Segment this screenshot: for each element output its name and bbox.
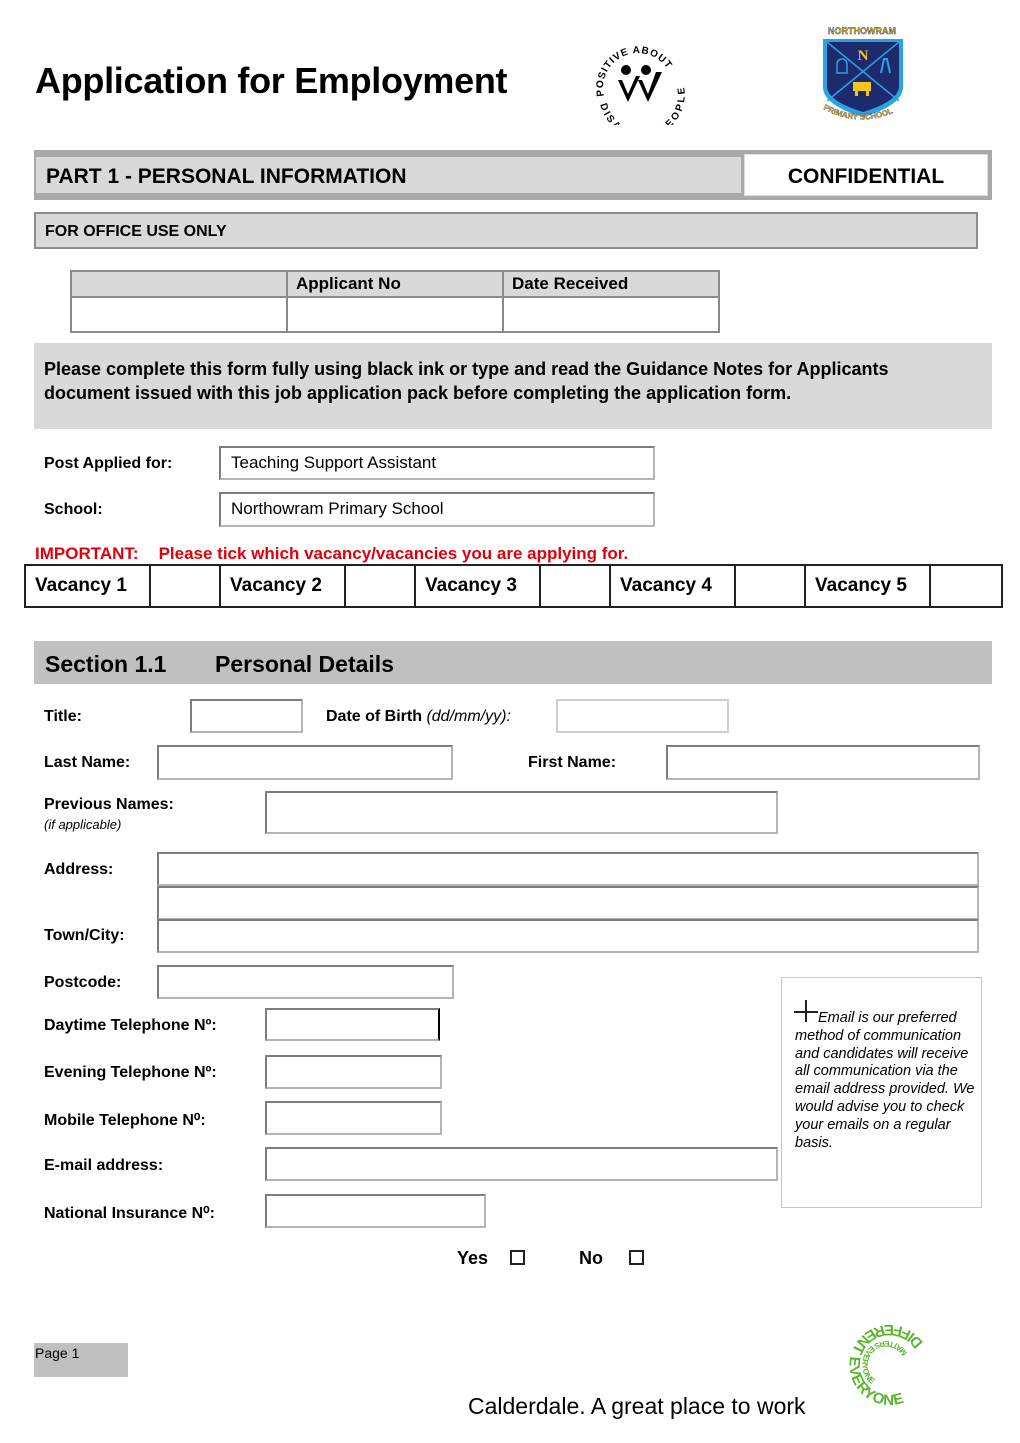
town-label: Town/City: (44, 927, 125, 944)
positive-about-disabled-people-logo: POSITIVE ABOUT DISABLED PEOPLE (590, 40, 690, 141)
section-number: Section 1.1 (45, 651, 167, 677)
page-number-box: Page 1 (34, 1343, 128, 1377)
confidential-badge: CONFIDENTIAL (744, 154, 988, 196)
school-label: School: (44, 501, 103, 518)
two-ticks-icon: POSITIVE ABOUT DISABLED PEOPLE (595, 45, 688, 141)
yes-label: Yes (457, 1248, 489, 1268)
ni-field[interactable] (265, 1194, 486, 1228)
dob-hint: (dd/mm/yy): (426, 708, 511, 725)
part-header-bar: PART 1 - PERSONAL INFORMATION CONFIDENTI… (34, 150, 992, 200)
applicant-no-cell[interactable] (286, 296, 504, 333)
daytime-phone-field[interactable] (265, 1008, 440, 1041)
evening-phone-field[interactable] (265, 1055, 442, 1089)
post-applied-field[interactable]: Teaching Support Assistant (219, 446, 655, 480)
vacancy-label: Vacancy 1 (24, 564, 151, 608)
address-line-1-field[interactable] (157, 852, 979, 886)
no-checkbox[interactable] (629, 1250, 644, 1265)
important-text: Please tick which vacancy/vacancies you … (158, 544, 629, 563)
dob-label-text: Date of Birth (326, 708, 422, 725)
vacancy-table: Vacancy 1 Vacancy 2 Vacancy 3 Vacancy 4 … (24, 564, 1003, 608)
vacancy-1-checkbox[interactable] (149, 564, 221, 608)
office-use-table: Applicant No Date Received (70, 270, 720, 333)
section-title: Personal Details (215, 651, 394, 677)
northowram-school-crest: NORTHOWRAM N PRIMARY SCHOOL (815, 25, 910, 125)
vacancy-label: Vacancy 3 (414, 564, 541, 608)
vacancy-3-checkbox[interactable] (539, 564, 611, 608)
vacancy-4-checkbox[interactable] (734, 564, 806, 608)
mobile-phone-field[interactable] (265, 1101, 442, 1135)
no-label: No (579, 1248, 603, 1268)
last-name-field[interactable] (157, 745, 453, 780)
footer-tagline: Calderdale. A great place to work (468, 1393, 806, 1419)
address-label: Address: (44, 861, 114, 878)
vacancy-label: Vacancy 2 (219, 564, 346, 608)
office-table-header-date-received: Date Received (502, 270, 720, 298)
first-name-field[interactable] (666, 745, 980, 780)
post-applied-value: Teaching Support Assistant (231, 453, 437, 472)
ni-label: National Insurance N⁰: (44, 1205, 215, 1222)
vacancy-2-checkbox[interactable] (344, 564, 416, 608)
svg-text:DISABLED PEOPLE: DISABLED PEOPLE (597, 86, 688, 125)
confidential-label: CONFIDENTIAL (787, 165, 945, 188)
address-line-2-field[interactable] (157, 886, 979, 920)
daytime-phone-label: Daytime Telephone Nº: (44, 1017, 217, 1034)
svg-text:N: N (858, 48, 869, 64)
office-use-banner: FOR OFFICE USE ONLY (34, 212, 978, 249)
title-field[interactable] (190, 699, 303, 733)
vacancy-label: Vacancy 5 (804, 564, 931, 608)
email-field[interactable] (265, 1147, 778, 1181)
page-number: Page 1 (35, 1345, 80, 1361)
part-title: PART 1 - PERSONAL INFORMATION (46, 165, 407, 188)
dob-field[interactable] (556, 699, 729, 733)
postcode-field[interactable] (157, 965, 454, 999)
svg-text:POSITIVE ABOUT: POSITIVE ABOUT (595, 45, 674, 97)
section-header: Section 1.1 Personal Details (34, 641, 992, 684)
email-label: E-mail address: (44, 1157, 164, 1174)
last-name-label: Last Name: (44, 754, 131, 771)
office-use-label: FOR OFFICE USE ONLY (45, 223, 227, 240)
mobile-phone-label: Mobile Telephone N⁰: (44, 1112, 206, 1129)
svg-text:NORTHOWRAM: NORTHOWRAM (828, 26, 896, 36)
instructions-banner: Please complete this form fully using bl… (34, 343, 992, 429)
dob-label: Date of Birth (dd/mm/yy): (326, 708, 511, 726)
school-field[interactable]: Northowram Primary School (219, 492, 655, 527)
vacancy-label: Vacancy 4 (609, 564, 736, 608)
previous-names-hint: (if applicable) (44, 817, 122, 832)
date-received-cell[interactable] (502, 296, 720, 333)
office-table-header-applicant-no: Applicant No (286, 270, 504, 298)
page-title: Application for Employment (35, 60, 508, 101)
previous-names-label: Previous Names: (44, 796, 174, 813)
instructions-text: Please complete this form fully using bl… (44, 359, 889, 403)
office-table-cell[interactable] (70, 296, 288, 333)
yes-checkbox[interactable] (510, 1250, 525, 1265)
important-notice: IMPORTANT: Please tick which vacancy/vaca… (35, 544, 628, 564)
school-value: Northowram Primary School (231, 499, 444, 518)
vacancy-5-checkbox[interactable] (929, 564, 1003, 608)
email-note-text: Email is our preferred method of communi… (795, 1010, 977, 1152)
postcode-label: Postcode: (44, 974, 122, 991)
important-prefix: IMPORTANT: (35, 544, 139, 563)
title-label: Title: (44, 708, 82, 725)
everyone-different-logo: DIFFERENT EVERYONE MATTERS EVERYONE (835, 1315, 935, 1415)
town-field[interactable] (157, 919, 979, 953)
first-name-label: First Name: (528, 754, 617, 771)
svg-text:DIFFERENT EVERYONE: DIFFERENT EVERYONE (845, 1321, 926, 1409)
previous-names-field[interactable] (265, 791, 778, 834)
email-note-box: Email is our preferred method of communi… (781, 977, 982, 1208)
post-applied-label: Post Applied for: (44, 455, 173, 472)
evening-phone-label: Evening Telephone Nº: (44, 1064, 217, 1081)
email-note-content: Email is our preferred method of communi… (795, 1010, 975, 1151)
office-table-header (70, 270, 288, 298)
